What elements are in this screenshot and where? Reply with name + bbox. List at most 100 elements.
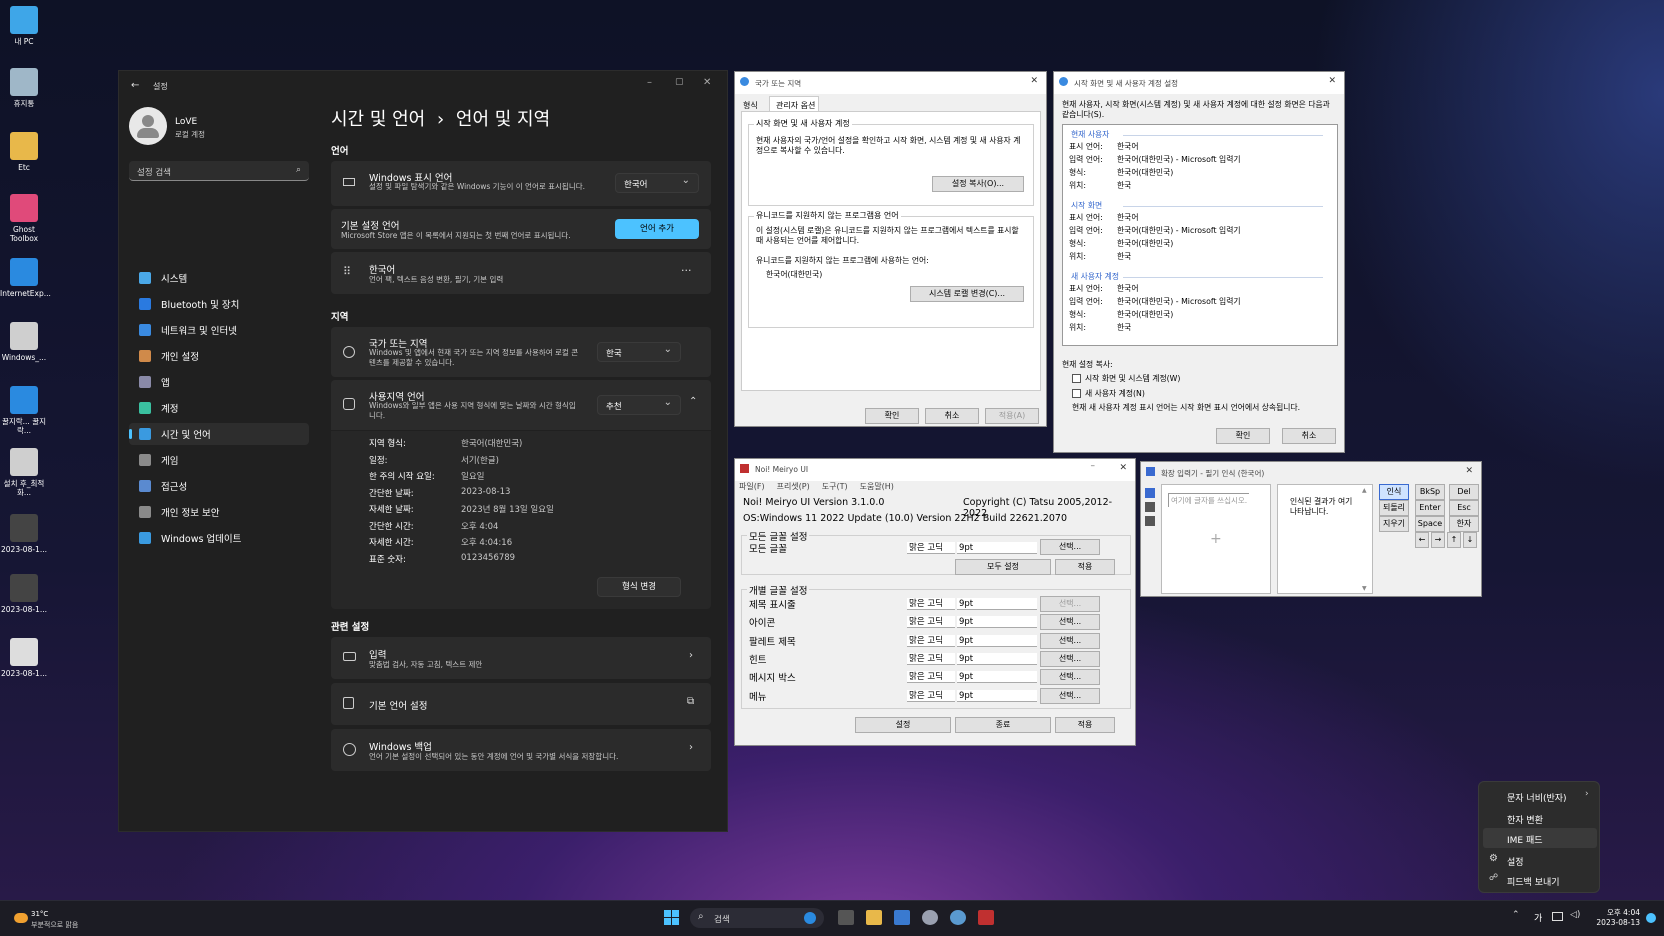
weather-icon[interactable] [14,913,28,923]
apply-button[interactable]: 적용(A) [985,408,1039,424]
menu-item[interactable]: 프리셋(P) [777,481,810,494]
sidebar-item[interactable]: 앱 [129,371,309,393]
clock-date[interactable]: 2023-08-13 [1594,918,1640,927]
avatar[interactable] [129,107,167,145]
ok-button[interactable]: 확인 [1216,428,1270,444]
ime-indicator[interactable]: 가 [1534,911,1542,924]
desktop-icon[interactable]: 2023-08-1... [0,638,48,678]
back-icon[interactable]: ← [131,80,139,91]
change-system-locale-button[interactable]: 시스템 로캘 변경(C)... [910,286,1024,302]
sidebar-item[interactable]: 계정 [129,397,309,419]
key-button[interactable]: ↑ [1447,532,1461,548]
close-button[interactable]: ✕ [703,77,711,88]
undo-button[interactable]: 되돌리기 [1379,500,1409,526]
backup-card[interactable]: Windows 백업 언어 기본 설정이 선택되어 있는 동안 계정에 언어 및… [331,729,711,771]
clear-button[interactable]: 지우기 [1379,516,1409,532]
copy-settings-button[interactable]: 설정 복사(O)... [932,176,1024,192]
desktop-icon[interactable]: 2023-08-1... [0,574,48,614]
desktop-icon[interactable]: 설치 후_최적화... [0,448,48,497]
ok-button[interactable]: 확인 [865,408,919,424]
region-app-icon[interactable] [894,910,910,925]
menu-item[interactable]: 도구(T) [822,481,848,494]
network-icon[interactable] [1552,912,1563,921]
ime-pad-app-icon[interactable] [950,910,966,925]
dictionary-icon[interactable] [1145,502,1155,512]
sidebar-item[interactable]: Windows 업데이트 [129,527,309,549]
key-button[interactable]: Space [1415,516,1445,532]
font-row-select-button[interactable]: 선택... [1040,632,1100,649]
maximize-button[interactable]: ▢ [675,77,684,87]
desktop-icon[interactable]: Ghost Toolbox [0,194,48,243]
scroll-up-icon[interactable]: ▲ [1362,487,1367,494]
meiryo-app-icon[interactable] [978,910,994,925]
desktop-icon[interactable]: 꿀지락... 꿀지락... [0,386,48,435]
font-row-select-button[interactable]: 선택... [1040,650,1100,667]
change-format-button[interactable]: 형식 변경 [597,577,681,597]
sidebar-item[interactable]: 시스템 [129,267,309,289]
handwriting-canvas[interactable]: 여기에 글자를 쓰십시오. + [1161,484,1271,594]
add-language-button[interactable]: 언어 추가 [615,219,699,239]
task-view-icon[interactable] [838,910,854,925]
menu-char-width[interactable]: 문자 너비(반자) [1483,786,1597,806]
font-row-select-button[interactable]: 선택... [1040,669,1100,686]
menu-settings[interactable]: 설정 [1483,850,1597,870]
settings-button[interactable]: 설정 [855,717,951,733]
tray-chevron-icon[interactable]: ⌃ [1512,910,1520,920]
sidebar-item[interactable]: 시간 및 언어 [129,423,309,445]
sidebar-item[interactable]: 게임 [129,449,309,471]
display-lang-dropdown[interactable]: 한국어 [615,173,699,193]
start-button[interactable] [664,910,680,926]
country-dropdown[interactable]: 한국 [597,342,681,362]
chevron-up-icon[interactable]: ⌃ [689,396,697,407]
clock-time[interactable]: 오후 4:04 [1594,907,1640,918]
recognize-button[interactable]: 인식 [1379,484,1409,500]
key-button[interactable]: 한자 [1449,516,1479,532]
font-row-select-button[interactable]: 선택... [1040,687,1100,704]
desktop-icon[interactable]: Etc [0,132,48,172]
notification-icon[interactable] [1646,913,1656,923]
apply-button[interactable]: 적용 [1055,717,1115,733]
tab-admin[interactable]: 관리자 옵션 [769,96,819,112]
key-button[interactable]: Del [1449,484,1479,500]
close-icon[interactable]: ✕ [1119,463,1127,473]
tab-format[interactable]: 형식 [743,100,758,111]
key-button[interactable]: → [1431,532,1445,548]
menu-feedback[interactable]: 피드백 보내기 [1483,870,1597,890]
exit-button[interactable]: 종료 [955,717,1051,733]
menu-item[interactable]: 파일(F) [739,481,765,494]
stroke-icon[interactable] [1145,516,1155,526]
breadcrumb-parent[interactable]: 시간 및 언어 [331,109,425,130]
minimize-button[interactable]: – [1091,461,1096,471]
font-row-select-button[interactable]: 선택... [1040,614,1100,631]
sidebar-item[interactable]: 접근성 [129,475,309,497]
sidebar-item[interactable]: 네트워크 및 인터넷 [129,319,309,341]
taskbar-search-box[interactable]: ⌕ 검색 [690,908,824,928]
menu-item[interactable]: 도움말(H) [860,481,894,494]
format-dropdown[interactable]: 추천 [597,395,681,415]
sidebar-item[interactable]: 개인 설정 [129,345,309,367]
more-options-icon[interactable]: ··· [681,264,692,277]
handwriting-icon[interactable] [1145,488,1155,498]
font-row-select-button[interactable]: 선택... [1040,596,1100,612]
close-icon[interactable]: ✕ [1328,76,1336,86]
drag-handle-icon[interactable]: ⠿ [343,265,351,278]
desktop-icon[interactable]: 2023-08-1... [0,514,48,554]
check-new-user[interactable] [1072,389,1081,398]
input-card[interactable]: 입력 맞춤법 검사, 자동 고침, 텍스트 제안 › [331,637,711,679]
sidebar-item[interactable]: Bluetooth 및 장치 [129,293,309,315]
korean-language-item[interactable]: ⠿ 한국어 언어 팩, 텍스트 음성 변환, 필기, 기본 입력 ··· [331,252,711,294]
desktop-icon[interactable]: 휴지통 [0,68,48,108]
menu-ime-pad[interactable]: IME 패드 [1483,828,1597,848]
key-button[interactable]: Enter [1415,500,1445,516]
key-button[interactable]: ↓ [1463,532,1477,548]
set-all-button[interactable]: 모두 설정 [955,559,1051,575]
key-button[interactable]: Esc [1449,500,1479,516]
cancel-button[interactable]: 취소 [925,408,979,424]
desktop-icon[interactable]: 내 PC [0,6,48,46]
close-icon[interactable]: ✕ [1465,466,1473,476]
desktop-icon[interactable]: InternetExp... [0,258,51,298]
cancel-button[interactable]: 취소 [1282,428,1336,444]
key-button[interactable]: ← [1415,532,1429,548]
weather-temp[interactable]: 31°C [31,910,48,918]
weather-desc[interactable]: 부분적으로 맑음 [31,920,78,930]
